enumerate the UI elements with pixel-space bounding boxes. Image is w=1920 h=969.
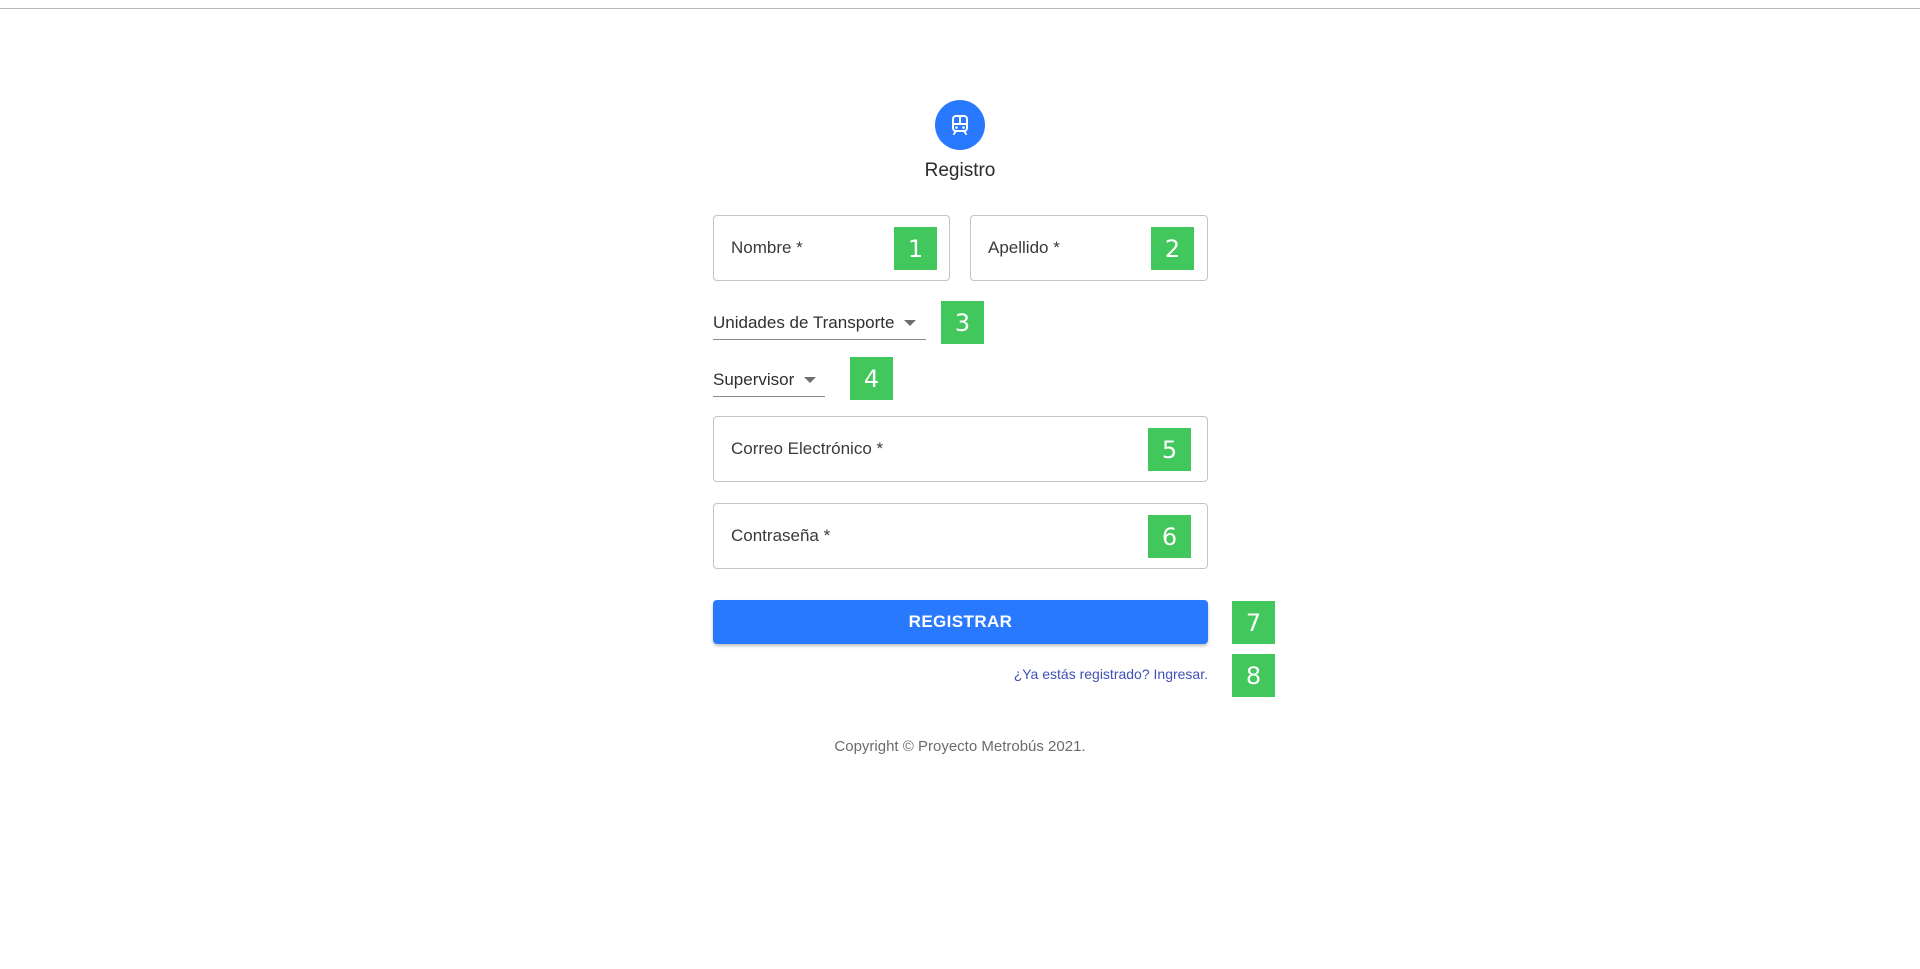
supervisor-value: Supervisor [713, 369, 795, 389]
marker-badge-2: 2 [1151, 227, 1194, 270]
marker-badge-5: 5 [1148, 428, 1191, 471]
marker-badge-8: 8 [1232, 654, 1275, 697]
unidades-transporte-value: Unidades de Transporte [713, 312, 895, 332]
login-link[interactable]: ¿Ya estás registrado? Ingresar. [900, 666, 1208, 682]
marker-badge-4: 4 [850, 357, 893, 400]
bus-icon [952, 115, 968, 135]
password-field[interactable]: Contraseña * [713, 503, 1208, 569]
register-page: Registro Nombre * 1 Apellido * 2 Unidade… [0, 0, 1920, 969]
nombre-label: Nombre * [731, 238, 803, 257]
marker-badge-7: 7 [1232, 601, 1275, 644]
unidades-transporte-select[interactable]: Unidades de Transporte [713, 306, 926, 340]
password-label: Contraseña * [731, 526, 831, 545]
page-title: Registro [924, 160, 996, 181]
email-field[interactable]: Correo Electrónico * [713, 416, 1208, 482]
marker-badge-6: 6 [1148, 515, 1191, 558]
marker-badge-3: 3 [941, 301, 984, 344]
register-button[interactable]: REGISTRAR [713, 600, 1208, 644]
chevron-down-icon [804, 376, 817, 383]
supervisor-select[interactable]: Supervisor [713, 363, 825, 397]
logo-badge [935, 100, 985, 150]
email-label: Correo Electrónico * [731, 439, 884, 458]
copyright-text: Copyright © Proyecto Metrobús 2021. [834, 738, 1086, 755]
marker-badge-1: 1 [894, 227, 937, 270]
apellido-label: Apellido * [988, 238, 1060, 257]
chevron-down-icon [904, 319, 917, 326]
